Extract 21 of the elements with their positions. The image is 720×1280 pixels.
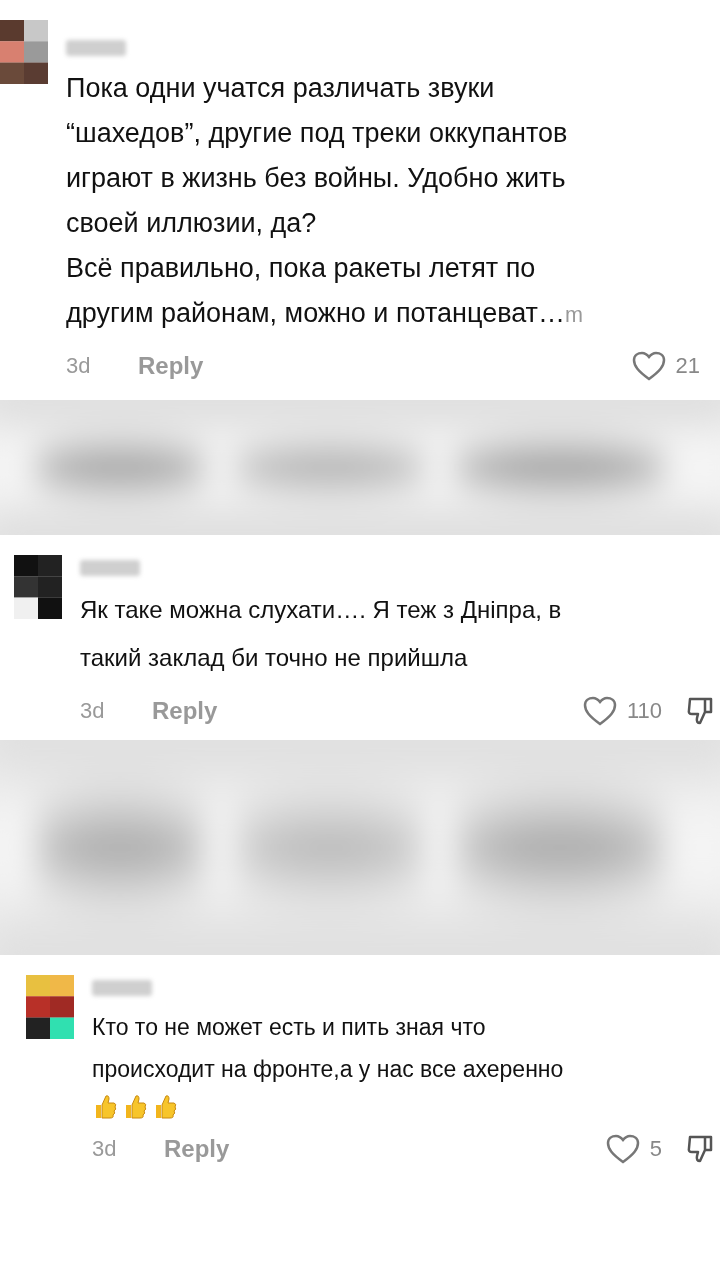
blurred-username	[80, 560, 140, 576]
more-link[interactable]: m	[565, 302, 583, 327]
heart-icon[interactable]	[582, 696, 617, 726]
like-count: 5	[649, 1136, 662, 1162]
heart-icon[interactable]	[631, 351, 666, 381]
reply-button[interactable]: Reply	[138, 352, 204, 380]
blurred-username	[92, 980, 152, 996]
comment-text: Кто то не может есть и пить зная что происходит на фронте,а у нас все ахеренно	[92, 1013, 565, 1084]
comment-time: 3d	[80, 698, 106, 724]
thumbs-down-icon[interactable]	[686, 1134, 714, 1164]
comment-time: 3d	[92, 1136, 118, 1162]
blurred-username	[66, 40, 126, 56]
heart-icon[interactable]	[605, 1134, 640, 1164]
thumbs-down-icon[interactable]	[686, 696, 714, 726]
comment-time: 3d	[66, 353, 92, 379]
like-count: 21	[675, 353, 700, 379]
reply-button[interactable]: Reply	[152, 697, 218, 725]
reply-button[interactable]: Reply	[164, 1135, 230, 1163]
like-count: 110	[626, 698, 662, 724]
comment-text: Пока одни учатся различать звуки “шахедов”, другие под треки оккупантов играют в жизнь без войны. Удобно жить своей иллюзии, да? Всё правильно, пока ракеты летят по другим районам, можно и потанцеват…m	[66, 72, 584, 330]
comment-text: Як таке можна слухати…. Я теж з Дніпра, в такий заклад би точно не прийшла	[80, 595, 563, 673]
